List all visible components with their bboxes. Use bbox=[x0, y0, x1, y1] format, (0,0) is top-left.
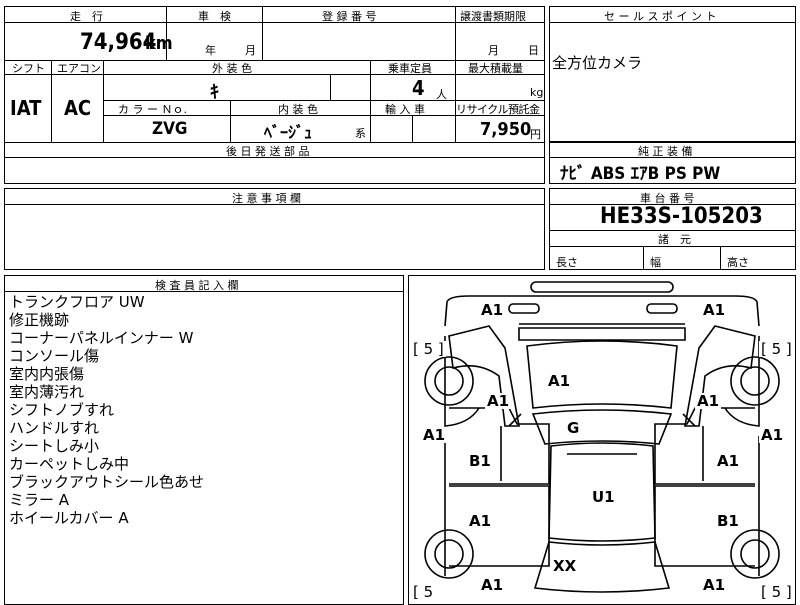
transfer-docs-label: 譲渡書類期限 bbox=[460, 10, 526, 23]
mark-left-side-front: A1 bbox=[421, 426, 448, 444]
shift-label: シフト bbox=[12, 62, 45, 75]
mark-rear-right-corner: A1 bbox=[701, 576, 728, 594]
shift-value: IAT bbox=[10, 96, 42, 120]
interior-color-label: 内 装 色 bbox=[278, 103, 318, 116]
mark-front-left-fender: A1 bbox=[485, 392, 512, 410]
mark-right-side-front: A1 bbox=[759, 426, 786, 444]
inspection-label: 車 検 bbox=[198, 10, 231, 23]
sales-point-value: 全方位カメラ bbox=[552, 54, 643, 72]
width-label: 幅 bbox=[650, 256, 661, 269]
mark-windshield: G bbox=[565, 419, 582, 437]
capacity-value: 4 bbox=[412, 76, 425, 100]
mark-front-right-corner: A1 bbox=[701, 301, 728, 319]
mark-front-left-door: B1 bbox=[467, 452, 493, 470]
mark-rear-left-door: A1 bbox=[467, 512, 494, 530]
mark-rear-right-door: B1 bbox=[715, 512, 741, 530]
max-load-label: 最大積載量 bbox=[468, 62, 523, 75]
ac-label: エアコン bbox=[57, 62, 101, 75]
height-label: 高さ bbox=[727, 256, 749, 269]
interior-color-suffix: 系 bbox=[355, 127, 366, 140]
later-parts-label: 後 日 発 送 部 品 bbox=[226, 145, 310, 158]
month-unit: 月 bbox=[245, 44, 256, 57]
mileage-unit: km bbox=[145, 33, 173, 54]
mileage-label: 走 行 bbox=[70, 10, 103, 23]
caution-label: 注 意 事 項 欄 bbox=[232, 192, 301, 205]
mark-rear-left-corner: A1 bbox=[479, 576, 506, 594]
recycle-label: リサイクル預託金 bbox=[456, 103, 540, 116]
car-diagram-box: [ 5 ] [ 5 ] [ 5 [ 5 ] A1 A1 A1 A1 A1 A1 … bbox=[408, 275, 796, 605]
note-item: 室内内張傷 bbox=[9, 365, 85, 383]
note-item: トランクフロア UW bbox=[9, 293, 145, 311]
recycle-value: 7,950 bbox=[480, 119, 532, 140]
equipment-label: 純 正 装 備 bbox=[638, 145, 693, 158]
inspector-notes-list: トランクフロア UW 修正機跡 コーナーパネルインナー W コンソール傷 室内内… bbox=[9, 293, 204, 527]
note-item: 修正機跡 bbox=[9, 311, 70, 329]
dims-label: 諸 元 bbox=[658, 233, 691, 246]
note-item: ブラックアウトシール色あせ bbox=[9, 473, 205, 491]
note-item: ハンドルすれ bbox=[9, 419, 100, 437]
exterior-color-label: 外 装 色 bbox=[212, 62, 252, 75]
note-item: コーナーパネルインナー W bbox=[9, 329, 194, 347]
recycle-unit: 円 bbox=[530, 128, 541, 141]
color-no-label: カ ラ ー Ｎｏ. bbox=[118, 103, 187, 116]
capacity-label: 乗車定員 bbox=[388, 62, 432, 75]
mark-rear-glass: XX bbox=[551, 557, 579, 575]
sales-point-label: セ ー ル ス ポ イ ン ト bbox=[604, 10, 717, 23]
note-item: シフトノブすれ bbox=[9, 401, 115, 419]
tire-tread-rear-left: [ 5 bbox=[411, 583, 436, 601]
sales-point-box bbox=[549, 6, 796, 142]
interior-color-value: ﾍﾞｰｼﾞｭ bbox=[264, 123, 313, 142]
equipment-value: ﾅﾋﾞ ABS ｴｱB PS PW bbox=[560, 164, 721, 184]
note-item: カーペットしみ中 bbox=[9, 455, 130, 473]
note-item: コンソール傷 bbox=[9, 347, 100, 365]
import-label: 輸 入 車 bbox=[385, 103, 425, 116]
mark-front-left-corner: A1 bbox=[479, 301, 506, 319]
note-item: ミラー A bbox=[9, 491, 70, 509]
note-item: ホイールカバー A bbox=[9, 509, 129, 527]
car-diagram-outline bbox=[424, 281, 780, 593]
mark-hood: A1 bbox=[546, 372, 573, 390]
load-unit: kg bbox=[530, 86, 544, 99]
tire-tread-front-right: [ 5 ] bbox=[759, 340, 794, 358]
mark-front-right-fender: A1 bbox=[695, 392, 722, 410]
mark-roof: U1 bbox=[590, 488, 617, 506]
registration-label: 登 録 番 号 bbox=[322, 10, 377, 23]
inspector-label: 検 査 員 記 入 欄 bbox=[155, 279, 239, 292]
tire-tread-rear-right: [ 5 ] bbox=[759, 583, 794, 601]
ac-value: AC bbox=[64, 96, 92, 120]
mark-front-right-door: A1 bbox=[715, 452, 742, 470]
note-item: シートしみ小 bbox=[9, 437, 100, 455]
color-no-value: ZVG bbox=[152, 119, 188, 139]
transfer-day-unit: 日 bbox=[528, 44, 539, 57]
length-label: 長さ bbox=[556, 256, 578, 269]
note-item: 室内薄汚れ bbox=[9, 383, 85, 401]
chassis-value: HE33S-105203 bbox=[600, 204, 763, 229]
transfer-month-unit: 月 bbox=[488, 44, 499, 57]
tire-tread-front-left: [ 5 ] bbox=[411, 340, 446, 358]
year-unit: 年 bbox=[205, 44, 216, 57]
